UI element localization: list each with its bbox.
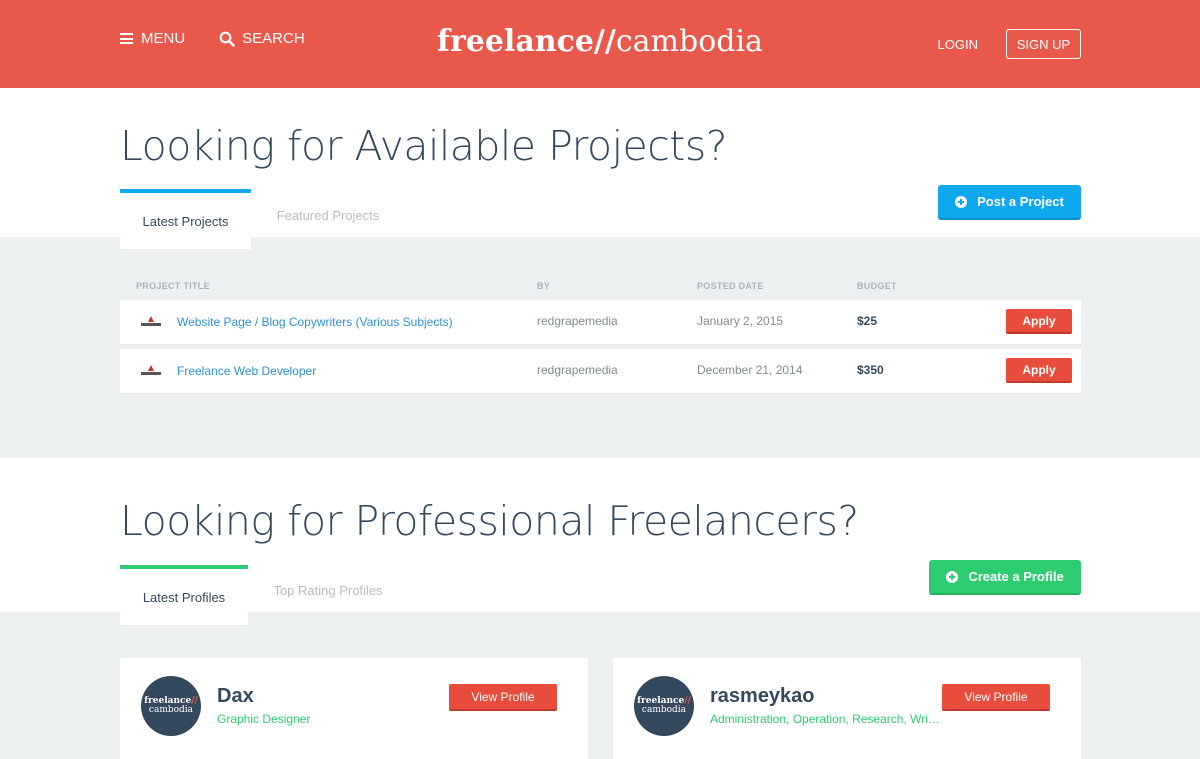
tab-top-rating-profiles[interactable]: Top Rating Profiles <box>258 560 398 620</box>
table-row: Freelance Web Developer redgrapemedia De… <box>120 349 1081 394</box>
profile-name[interactable]: rasmeykao <box>710 685 815 708</box>
project-date: December 21, 2014 <box>697 363 803 377</box>
freelancers-heading: Looking for Professional Freelancers? <box>120 497 859 545</box>
tab-featured-projects[interactable]: Featured Projects <box>262 185 394 245</box>
post-project-label: Post a Project <box>977 194 1064 209</box>
profile-card: freelance// cambodia rasmeykao Administr… <box>613 658 1081 759</box>
project-budget: $350 <box>857 363 884 377</box>
project-date: January 2, 2015 <box>697 314 784 328</box>
project-author: redgrapemedia <box>537 314 618 328</box>
tab-latest-projects[interactable]: Latest Projects <box>120 189 251 249</box>
login-link[interactable]: LOGIN <box>938 37 978 52</box>
avatar[interactable]: freelance// cambodia <box>141 676 201 736</box>
project-title-link[interactable]: Freelance Web Developer <box>177 364 316 378</box>
col-posted-date: POSTED DATE <box>697 281 764 291</box>
create-profile-label: Create a Profile <box>968 569 1064 584</box>
project-author: redgrapemedia <box>537 363 618 377</box>
view-profile-button[interactable]: View Profile <box>942 684 1050 711</box>
top-navbar: MENU SEARCH freelance//cambodia LOGIN SI… <box>0 0 1200 88</box>
col-project-title: PROJECT TITLE <box>136 281 210 291</box>
post-project-button[interactable]: Post a Project <box>938 185 1081 220</box>
plus-circle-icon <box>946 570 959 583</box>
tab-latest-profiles[interactable]: Latest Profiles <box>120 565 248 625</box>
avatar-line2: cambodia <box>148 705 194 715</box>
redgrape-logo-icon <box>141 316 161 326</box>
redgrape-logo-icon <box>141 365 161 375</box>
nav-right: LOGIN SIGN UP <box>938 29 1081 59</box>
projects-heading: Looking for Available Projects? <box>120 122 727 170</box>
profile-role: Administration, Operation, Research, Wri… <box>710 712 942 726</box>
apply-button[interactable]: Apply <box>1006 309 1072 334</box>
profile-name[interactable]: Dax <box>217 685 254 708</box>
col-by: BY <box>537 281 551 291</box>
avatar[interactable]: freelance// cambodia <box>634 676 694 736</box>
avatar-line2: cambodia <box>641 705 687 715</box>
logo-bold: freelance// <box>437 24 616 59</box>
apply-button[interactable]: Apply <box>1006 358 1072 383</box>
profile-role: Graphic Designer <box>217 712 311 726</box>
plus-circle-icon <box>955 195 968 208</box>
view-profile-button[interactable]: View Profile <box>449 684 557 711</box>
table-row: Website Page / Blog Copywriters (Various… <box>120 300 1081 345</box>
signup-button[interactable]: SIGN UP <box>1006 29 1081 59</box>
project-budget: $25 <box>857 314 878 328</box>
logo-light: cambodia <box>615 24 763 59</box>
projects-band <box>0 237 1200 458</box>
create-profile-button[interactable]: Create a Profile <box>929 560 1081 595</box>
project-title-link[interactable]: Website Page / Blog Copywriters (Various… <box>177 315 453 329</box>
profile-card: freelance// cambodia Dax Graphic Designe… <box>120 658 588 759</box>
col-budget: BUDGET <box>857 281 897 291</box>
